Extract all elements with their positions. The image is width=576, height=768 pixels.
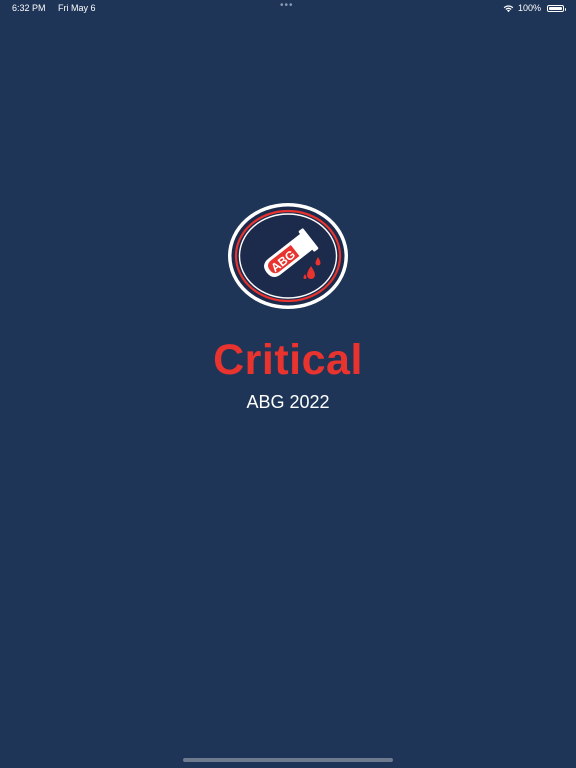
wifi-icon xyxy=(503,4,514,12)
status-date: Fri May 6 xyxy=(58,3,96,13)
battery-tip xyxy=(564,7,566,11)
battery-icon xyxy=(547,4,566,12)
battery-percent: 100% xyxy=(517,3,541,13)
splash-screen: 6:32 PM Fri May 6 ••• 100% ABG Critical … xyxy=(0,0,576,768)
home-indicator[interactable] xyxy=(183,758,393,762)
status-bar: 6:32 PM Fri May 6 ••• 100% xyxy=(0,0,576,16)
battery-fill xyxy=(549,6,562,10)
multitasking-dots[interactable]: ••• xyxy=(280,0,294,11)
status-right-group: 100% xyxy=(503,3,566,13)
app-title: Critical xyxy=(213,336,363,384)
status-time: 6:32 PM xyxy=(12,3,46,13)
app-logo-icon: ABG xyxy=(228,203,348,309)
app-subtitle: ABG 2022 xyxy=(246,392,330,412)
